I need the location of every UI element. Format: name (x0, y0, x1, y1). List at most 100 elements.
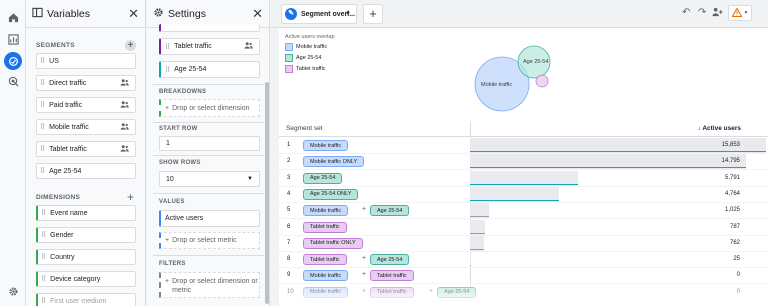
dimension-chip[interactable]: ⠿ Event name (36, 205, 136, 221)
drag-handle-icon[interactable]: ⠿ (40, 79, 45, 87)
drag-handle-icon[interactable]: ⠿ (41, 275, 46, 283)
add-dimension-button[interactable]: + (127, 190, 134, 204)
segment-item-partial[interactable] (159, 24, 260, 32)
dimension-chip[interactable]: ⠿ Device category (36, 271, 136, 287)
table-row[interactable]: 1 Mobile traffic 15,853 (279, 138, 768, 154)
segment-chip[interactable]: ⠿ Tablet traffic (36, 141, 136, 157)
active-users-value: 14,795 (721, 158, 740, 165)
dimension-chip[interactable]: ⠿ First user medium (36, 293, 136, 306)
redo-icon[interactable]: ↷ (698, 7, 706, 18)
active-users-value: 5,791 (724, 174, 740, 181)
table-row[interactable]: 5 Mobile traffic + Age 25-54 1,025 (279, 203, 768, 220)
col-segment-set[interactable]: Segment set (286, 125, 323, 132)
exploration-canvas: Active users overlap Mobile traffic Age 2… (279, 28, 768, 306)
dimension-chip[interactable]: ⠿ Country (36, 249, 136, 265)
show-rows-select[interactable]: 10 ▼ (159, 171, 260, 187)
plus-sign: + (362, 255, 367, 263)
chevron-down-icon[interactable]: ▼ (345, 11, 351, 17)
settings-scrollbar[interactable] (265, 82, 269, 304)
segment-item-age[interactable]: ⠿ Age 25-54 (159, 61, 260, 78)
segment-chip-label: Paid traffic (49, 101, 83, 109)
drag-handle-icon[interactable]: ⠿ (40, 123, 45, 131)
drag-handle-icon[interactable]: ⠿ (41, 209, 46, 217)
drop-dimension-label: Drop or select dimension (172, 104, 250, 112)
pencil-icon: ✎ (285, 8, 297, 20)
table-row[interactable]: 2 Mobile traffic ONLY 14,795 (279, 154, 768, 171)
drop-metric-target[interactable]: + Drop or select metric (159, 232, 260, 249)
breakdowns-heading: BREAKDOWNS (159, 89, 207, 95)
segment-chip[interactable]: ⠿ Direct traffic (36, 75, 136, 91)
drag-handle-icon[interactable]: ⠿ (41, 253, 46, 261)
divider (153, 155, 264, 156)
close-icon[interactable]: ✕ (252, 6, 263, 22)
venn-circle-tablet (535, 74, 549, 88)
active-users-value: 787 (729, 223, 740, 230)
table-row[interactable]: 8 Tablet traffic + Age 25-54 25 (279, 252, 768, 269)
segment-item-label: Tablet traffic (174, 43, 212, 50)
drag-handle-icon[interactable]: ⠿ (165, 43, 170, 51)
value-bar-line (470, 265, 471, 267)
segment-pill: Tablet traffic (370, 270, 414, 282)
nav-rail (0, 0, 26, 306)
advertising-icon[interactable] (6, 74, 20, 88)
people-icon (120, 144, 129, 154)
table-row[interactable]: 7 Tablet traffic ONLY 762 (279, 235, 768, 252)
segment-pill: Age 25-54 ONLY (303, 188, 359, 200)
start-row-input[interactable]: 1 (159, 136, 260, 151)
chevron-down-icon: ▼ (247, 176, 253, 182)
variables-panel: Variables ✕ SEGMENTS + ⠿ US ⠿ Direct traffi… (26, 0, 146, 306)
active-users-value: 762 (729, 239, 740, 246)
active-users-value: 4,764 (724, 190, 740, 197)
dimension-chip-label: First user medium (50, 297, 107, 305)
row-number: 7 (287, 239, 291, 246)
home-icon[interactable] (6, 10, 20, 24)
drag-handle-icon[interactable]: ⠿ (40, 57, 45, 65)
reports-icon[interactable] (6, 32, 20, 46)
segment-chip[interactable]: ⠿ Paid traffic (36, 97, 136, 113)
value-bar-line (470, 216, 490, 218)
value-item-label: Active users (165, 215, 204, 222)
segment-pill: Tablet traffic (303, 221, 347, 233)
drop-dimension-target[interactable]: + Drop or select dimension (159, 99, 260, 117)
drag-handle-icon[interactable]: ⠿ (40, 145, 45, 153)
settings-panel: Settings ✕ ⠿ Tablet traffic ⠿ Age 25-54 … (147, 0, 270, 306)
gear-icon[interactable] (6, 284, 20, 298)
segment-chip[interactable]: ⠿ US (36, 53, 136, 69)
row-number: 3 (287, 174, 291, 181)
table-header: Segment set ↓ Active users (279, 121, 768, 137)
undo-icon[interactable]: ↶ (682, 7, 690, 18)
segment-pill: Tablet traffic (303, 254, 347, 266)
drag-handle-icon[interactable]: ⠿ (40, 101, 45, 109)
table-row[interactable]: 4 Age 25-54 ONLY 4,764 (279, 186, 768, 203)
drag-handle-icon[interactable]: ⠿ (41, 231, 46, 239)
segment-chip[interactable]: ⠿ Mobile traffic (36, 119, 136, 135)
segment-chip[interactable]: ⠿ Age 25-54 (36, 163, 136, 179)
table-row[interactable]: 6 Tablet traffic 787 (279, 219, 768, 236)
col-active-users[interactable]: ↓ Active users (698, 125, 741, 132)
add-tab-button[interactable]: + (363, 4, 383, 24)
dimension-chip[interactable]: ⠿ Gender (36, 227, 136, 243)
value-item-active-users[interactable]: Active users (159, 210, 260, 227)
drop-filter-target[interactable]: + Drop or select dimension or metric (159, 272, 260, 298)
venn-diagram: Mobile traffic Age 25-54 (474, 45, 551, 112)
segment-item-tablet[interactable]: ⠿ Tablet traffic (159, 38, 260, 55)
drag-handle-icon[interactable]: ⠿ (40, 167, 45, 175)
filters-heading: FILTERS (159, 261, 186, 267)
people-icon (244, 42, 253, 51)
value-bar-line (470, 183, 579, 185)
explore-icon[interactable] (4, 52, 22, 70)
drag-handle-icon[interactable]: ⠿ (165, 66, 170, 74)
segment-chip-label: US (49, 57, 59, 65)
warning-menu-button[interactable]: ▼ (728, 5, 752, 21)
venn-label-mobile: Mobile traffic (481, 82, 512, 88)
segment-chip-label: Age 25-54 (49, 167, 82, 175)
variables-header: Variables ✕ (26, 0, 145, 28)
tab-segment-overlap[interactable]: ✎ Segment overl... ▼ (281, 4, 357, 24)
table-row[interactable]: 3 Age 25-54 5,791 (279, 170, 768, 187)
add-segment-button[interactable]: + (125, 40, 136, 51)
close-icon[interactable]: ✕ (128, 6, 139, 22)
settings-title: Settings (168, 7, 206, 20)
values-heading: VALUES (159, 199, 185, 205)
share-users-icon[interactable] (712, 7, 723, 20)
drag-handle-icon[interactable]: ⠿ (41, 297, 46, 305)
